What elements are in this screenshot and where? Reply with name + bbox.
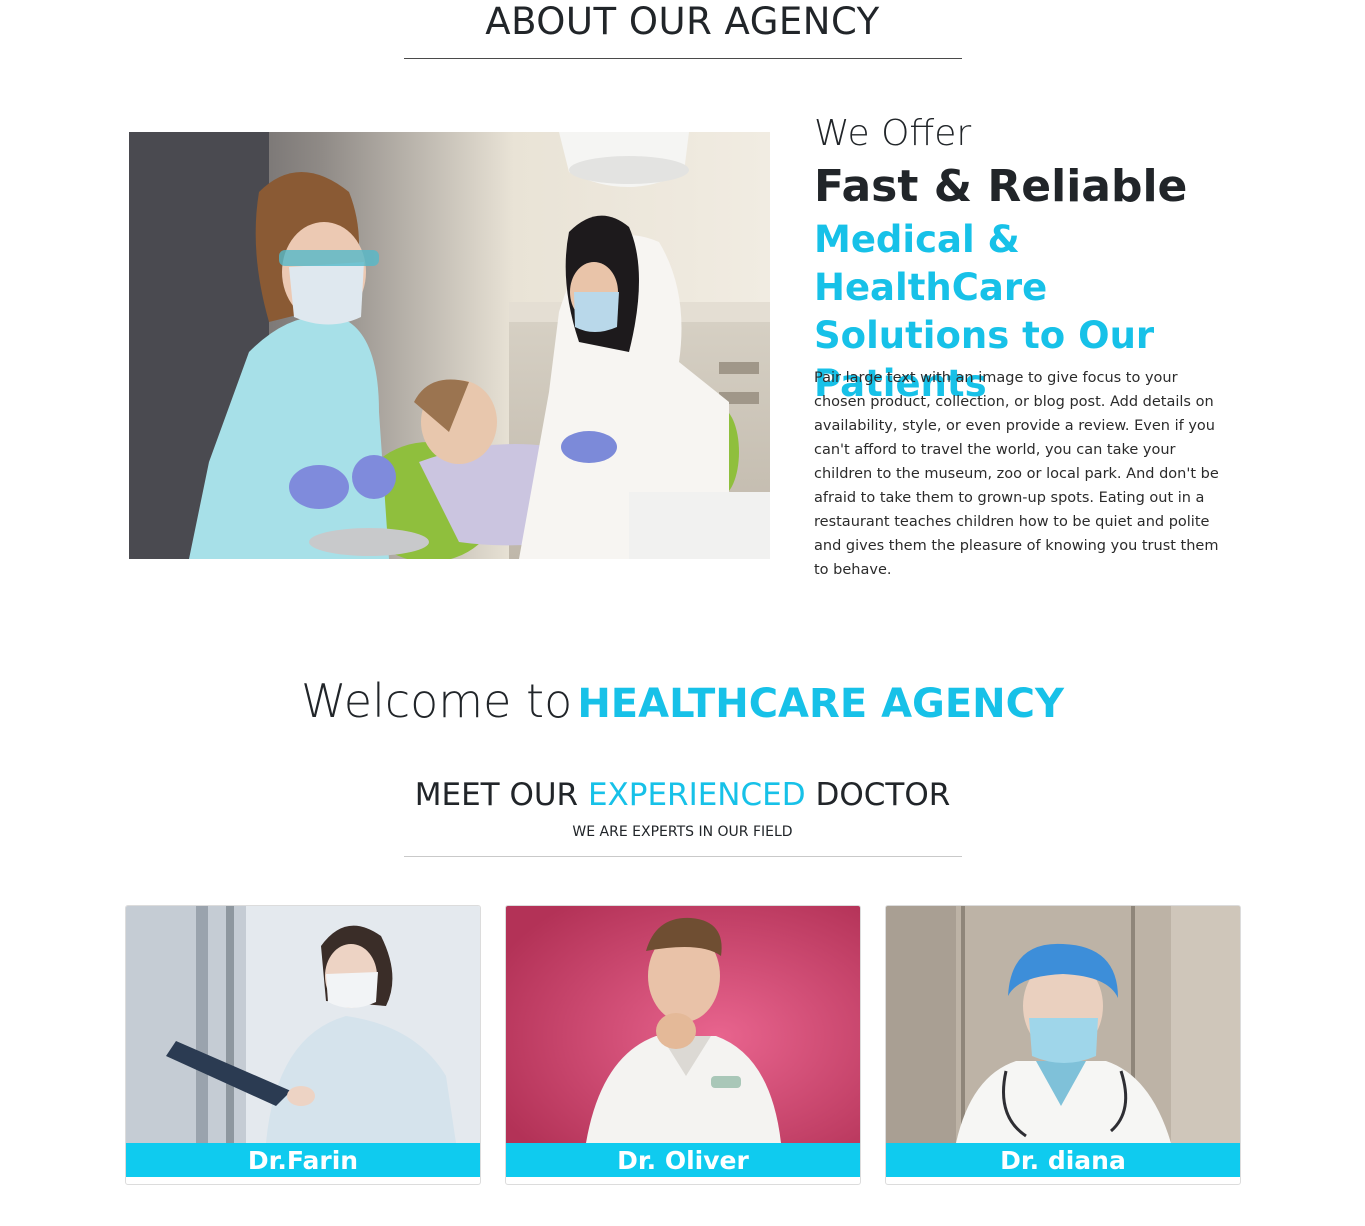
doctor-photo	[506, 906, 860, 1143]
doctor-photo	[886, 906, 1240, 1143]
doctors-heading-start: MEET OUR	[414, 777, 579, 813]
dental-clinic-photo	[129, 132, 770, 559]
doctor-name: Dr. diana	[886, 1143, 1240, 1177]
doctor-card[interactable]: Dr. Oliver	[505, 905, 861, 1185]
doctor-card[interactable]: Dr.Farin	[125, 905, 481, 1185]
about-divider	[404, 58, 962, 59]
doctor-photo	[126, 906, 480, 1143]
doctors-heading-accent: EXPERIENCED	[587, 777, 806, 813]
welcome-brand: HEALTHCARE AGENCY	[577, 681, 1064, 727]
doctor-name: Dr.Farin	[126, 1143, 480, 1177]
doctors-heading-end: DOCTOR	[815, 777, 951, 813]
doctor-card[interactable]: Dr. diana	[885, 905, 1241, 1185]
welcome-heading: Welcome to HEALTHCARE AGENCY	[0, 672, 1365, 741]
doctors-divider	[404, 856, 962, 857]
offer-lead: We Offer	[814, 113, 972, 154]
doctors-heading: MEET OUR EXPERIENCED DOCTOR	[0, 774, 1365, 816]
offer-headline: Fast & Reliable	[814, 161, 1188, 212]
doctor-name: Dr. Oliver	[506, 1143, 860, 1177]
doctors-subtitle: WE ARE EXPERTS IN OUR FIELD	[572, 824, 793, 840]
offer-paragraph: Pair large text with an image to give fo…	[814, 370, 1219, 578]
welcome-prefix: Welcome to	[301, 674, 573, 728]
about-title: ABOUT OUR AGENCY	[485, 0, 880, 43]
